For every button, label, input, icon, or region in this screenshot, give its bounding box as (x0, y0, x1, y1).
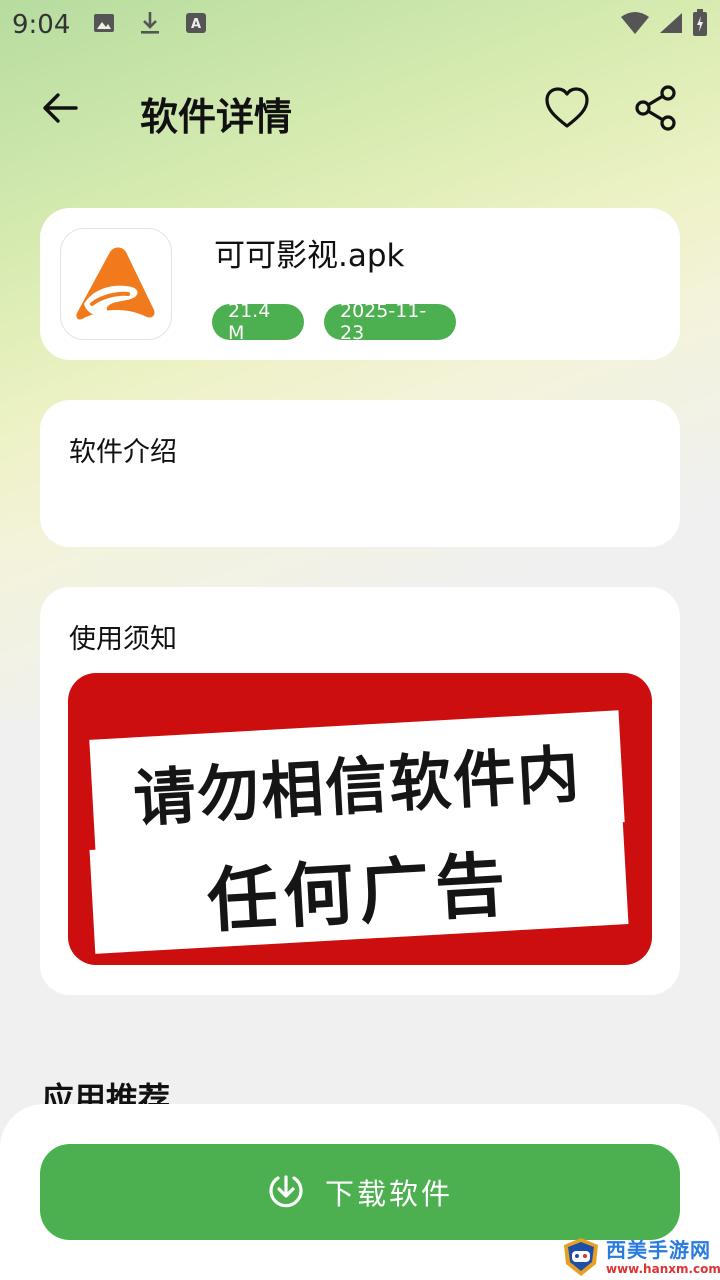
share-icon (632, 85, 680, 136)
app-date-badge: 2025-11-23 (324, 300, 456, 344)
page-title: 软件详情 (140, 95, 293, 139)
site-watermark: 西美手游网 www.hanxm.com (560, 1234, 720, 1280)
download-label: 下载软件 (324, 1177, 453, 1211)
intro-label: 软件介绍 (69, 437, 177, 468)
status-notification-icons: A (92, 10, 208, 40)
share-button[interactable] (632, 84, 680, 132)
watermark-text: 西美手游网 www.hanxm.com (606, 1240, 720, 1275)
software-intro-card: 软件介绍 (40, 400, 680, 547)
battery-icon (692, 9, 708, 41)
warning-banner: 请勿相信软件内 任何广告 (68, 673, 652, 965)
download-circle-icon (267, 1171, 305, 1213)
back-arrow-icon (42, 92, 78, 128)
status-bar: 9:04 A (0, 0, 720, 50)
download-icon (138, 10, 162, 40)
app-icon (60, 228, 172, 340)
wifi-icon (620, 11, 650, 39)
heart-icon (544, 87, 590, 134)
app-name: 可可影视.apk (214, 238, 405, 274)
watermark-title: 西美手游网 (606, 1237, 711, 1262)
top-app-bar: 软件详情 (0, 70, 720, 150)
back-button[interactable] (36, 88, 84, 132)
watermark-logo-icon (560, 1236, 602, 1278)
image-icon (92, 11, 116, 39)
app-info-card: 可可影视.apk 21.4 M 2025-11-23 (40, 208, 680, 360)
app-logo-icon (76, 247, 155, 320)
download-button[interactable]: 下载软件 (40, 1144, 680, 1240)
notice-label: 使用须知 (69, 624, 177, 655)
signal-icon (658, 11, 684, 39)
watermark-url: www.hanxm.com (606, 1261, 720, 1276)
favorite-button[interactable] (544, 86, 592, 134)
usage-notice-card: 使用须知 请勿相信软件内 任何广告 (40, 587, 680, 995)
status-time: 9:04 (12, 10, 71, 40)
status-system-icons (620, 9, 708, 41)
app-size-badge: 21.4 M (212, 300, 304, 344)
app-notification-icon: A (184, 11, 208, 39)
svg-text:A: A (191, 17, 201, 32)
